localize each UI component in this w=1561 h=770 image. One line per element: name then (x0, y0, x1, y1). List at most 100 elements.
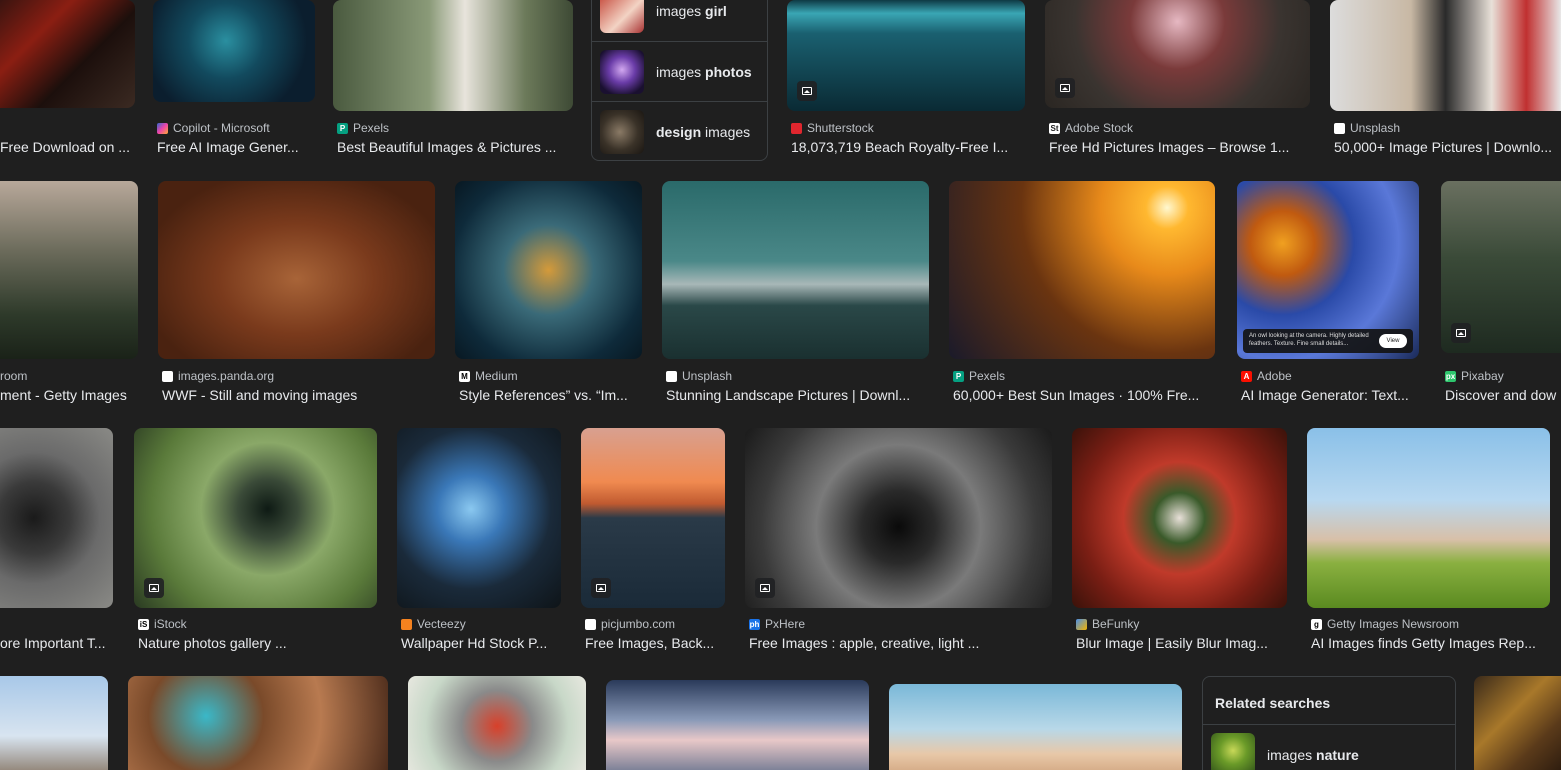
image-result-card[interactable]: px Pixabay Discover and dow (1441, 181, 1561, 407)
result-thumbnail[interactable] (1330, 0, 1561, 111)
result-title[interactable]: AI Image Generator: Text... (1241, 387, 1419, 403)
image-result-card[interactable] (128, 676, 388, 770)
result-thumbnail[interactable] (662, 181, 929, 359)
image-result-card[interactable]: An owl looking at the camera. Highly det… (1237, 181, 1419, 407)
image-result-card[interactable] (0, 676, 108, 770)
result-source: Adobe Stock (1065, 121, 1134, 135)
image-result-card[interactable]: Unsplash Stunning Landscape Pictures | D… (662, 181, 929, 407)
result-thumbnail[interactable] (889, 684, 1182, 770)
image-result-card[interactable]: picjumbo.com Free Images, Back... (581, 428, 725, 654)
image-result-card[interactable]: St Adobe Stock Free Hd Pictures Images –… (1045, 0, 1310, 160)
unsplash-icon (1334, 122, 1345, 134)
result-title[interactable]: 60,000+ Best Sun Images · 100% Fre... (953, 387, 1215, 403)
result-title[interactable]: Free Images : apple, creative, light ... (749, 635, 1052, 651)
result-thumbnail[interactable]: An owl looking at the camera. Highly det… (1237, 181, 1419, 359)
result-thumbnail[interactable] (408, 676, 586, 770)
refine-suggestion[interactable]: images photos (592, 41, 767, 101)
result-source: Unsplash (1350, 121, 1401, 135)
image-result-card[interactable]: g Getty Images Newsroom AI Images finds … (1307, 428, 1550, 654)
image-result-card[interactable]: ph PxHere Free Images : apple, creative,… (745, 428, 1052, 654)
image-result-card[interactable]: P Pexels Best Beautiful Images & Picture… (333, 0, 573, 160)
result-thumbnail[interactable] (158, 181, 435, 359)
image-result-card[interactable] (606, 680, 869, 770)
result-title[interactable]: Style References” vs. “Im... (459, 387, 642, 403)
image-result-card[interactable]: ore Important T... (0, 428, 113, 654)
result-title[interactable]: Wallpaper Hd Stock P... (401, 635, 561, 651)
result-title[interactable]: 18,073,719 Beach Royalty-Free I... (791, 139, 1025, 155)
image-result-card[interactable]: M Medium Style References” vs. “Im... (455, 181, 642, 407)
result-title[interactable]: Best Beautiful Images & Pictures ... (337, 139, 573, 155)
image-result-card[interactable]: Shutterstock 18,073,719 Beach Royalty-Fr… (787, 0, 1025, 160)
image-results-grid: Free Download on ... Copilot - Microsoft… (0, 0, 1561, 770)
related-searches-heading: Related searches (1215, 695, 1331, 711)
related-search-item[interactable]: images nature (1203, 724, 1455, 770)
result-title[interactable]: AI Images finds Getty Images Rep... (1311, 635, 1550, 651)
result-title[interactable]: WWF - Still and moving images (162, 387, 435, 403)
refine-suggestion[interactable]: images girl (592, 0, 767, 41)
result-thumbnail[interactable] (606, 680, 869, 770)
suggestion-bold: design (656, 123, 702, 140)
image-preview-popup: An owl looking at the camera. Highly det… (1243, 329, 1413, 353)
related-thumbnail (1211, 732, 1255, 770)
image-result-card[interactable]: Vecteezy Wallpaper Hd Stock P... (397, 428, 561, 654)
result-title[interactable]: Blur Image | Easily Blur Imag... (1076, 635, 1287, 651)
result-thumbnail[interactable] (787, 0, 1025, 111)
result-thumbnail[interactable] (1307, 428, 1550, 608)
result-source: Shutterstock (807, 121, 874, 135)
result-thumbnail[interactable] (949, 181, 1215, 359)
result-thumbnail[interactable] (1474, 676, 1561, 770)
result-title[interactable]: Free Download on ... (0, 139, 135, 155)
result-thumbnail[interactable] (153, 0, 315, 102)
result-thumbnail[interactable] (1045, 0, 1310, 108)
image-result-card[interactable]: Unsplash 50,000+ Image Pictures | Downlo… (1330, 0, 1561, 160)
result-source: BeFunky (1092, 617, 1140, 631)
result-title[interactable]: Discover and dow (1445, 387, 1561, 403)
result-thumbnail[interactable] (128, 676, 388, 770)
image-result-card[interactable]: room ment - Getty Images (0, 181, 138, 407)
result-title[interactable]: Stunning Landscape Pictures | Downl... (666, 387, 929, 403)
result-thumbnail[interactable] (0, 181, 138, 359)
result-thumbnail[interactable] (581, 428, 725, 608)
suggestion-thumbnail (600, 109, 644, 154)
result-title[interactable]: 50,000+ Image Pictures | Downlo... (1334, 139, 1561, 155)
image-icon (1451, 323, 1471, 343)
result-source: Unsplash (682, 369, 733, 383)
result-title[interactable]: ment - Getty Images (0, 387, 138, 403)
image-result-card[interactable] (889, 684, 1182, 770)
result-title[interactable]: Free Hd Pictures Images – Browse 1... (1049, 139, 1310, 155)
result-thumbnail[interactable] (455, 181, 642, 359)
image-result-card[interactable] (1474, 676, 1561, 770)
image-result-card[interactable]: BeFunky Blur Image | Easily Blur Imag... (1072, 428, 1287, 654)
pexels-icon: P (337, 122, 348, 134)
image-result-card[interactable]: P Pexels 60,000+ Best Sun Images · 100% … (949, 181, 1215, 407)
result-thumbnail[interactable] (0, 428, 113, 608)
result-thumbnail[interactable] (0, 676, 108, 770)
image-result-card[interactable]: Free Download on ... (0, 0, 135, 160)
result-thumbnail[interactable] (0, 0, 135, 108)
image-result-card[interactable]: images.panda.org WWF - Still and moving … (158, 181, 435, 407)
result-title[interactable]: Nature photos gallery ... (138, 635, 377, 651)
suggestion-bold: photos (705, 63, 752, 80)
vecteezy-icon (401, 618, 412, 630)
result-thumbnail[interactable] (397, 428, 561, 608)
result-thumbnail[interactable] (1441, 181, 1561, 353)
image-icon (591, 578, 611, 598)
result-title[interactable]: Free Images, Back... (585, 635, 725, 651)
suggestion-bold: girl (705, 3, 727, 19)
result-thumbnail[interactable] (333, 0, 573, 111)
result-title[interactable]: Free AI Image Gener... (157, 139, 315, 155)
picjumbo-icon (585, 618, 596, 630)
result-thumbnail[interactable] (745, 428, 1052, 608)
result-source: Copilot - Microsoft (173, 121, 270, 135)
copilot-icon (157, 122, 168, 134)
image-result-card[interactable] (408, 676, 586, 770)
result-source: Pexels (353, 121, 390, 135)
refine-suggestion[interactable]: design images (592, 101, 767, 161)
result-thumbnail[interactable] (1072, 428, 1287, 608)
popup-caption: An owl looking at the camera. Highly det… (1249, 333, 1369, 347)
result-thumbnail[interactable] (134, 428, 377, 608)
image-result-card[interactable]: iS iStock Nature photos gallery ... (134, 428, 377, 654)
image-result-card[interactable]: Copilot - Microsoft Free AI Image Gener.… (153, 0, 315, 160)
result-title[interactable]: ore Important T... (0, 635, 113, 651)
view-button[interactable]: View (1379, 334, 1407, 348)
